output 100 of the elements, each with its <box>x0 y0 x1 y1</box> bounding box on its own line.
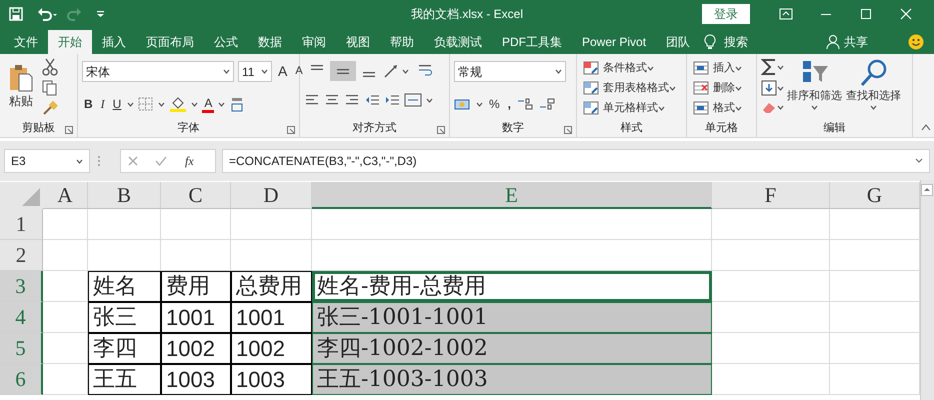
column-header[interactable]: F <box>712 182 830 209</box>
lightbulb-icon[interactable] <box>704 34 716 50</box>
italic-button[interactable]: I <box>98 94 107 114</box>
caret-icon[interactable] <box>223 69 230 74</box>
person-icon[interactable] <box>826 34 840 50</box>
caret-icon[interactable] <box>402 68 409 74</box>
align-center-icon[interactable] <box>324 93 340 107</box>
increase-decimal-icon[interactable] <box>517 97 536 111</box>
caret-icon[interactable] <box>647 66 654 70</box>
caret-icon[interactable] <box>658 106 665 110</box>
caret-icon[interactable] <box>777 64 784 70</box>
share-button[interactable]: 共享 <box>844 33 868 51</box>
phonetic-icon[interactable] <box>229 96 246 112</box>
align-right-icon[interactable] <box>344 93 360 107</box>
format-painter-icon[interactable] <box>42 100 58 116</box>
row-header[interactable]: 4 <box>0 302 43 333</box>
row-header[interactable]: 3 <box>0 271 43 302</box>
autosum-icon[interactable] <box>761 58 777 76</box>
ribbon-tab[interactable]: 数据 <box>248 30 292 54</box>
expand-icon[interactable] <box>915 158 923 164</box>
ribbon-tab[interactable]: 团队 <box>656 30 700 54</box>
caret-icon[interactable] <box>127 102 134 106</box>
column-header[interactable]: D <box>231 182 312 209</box>
row-header[interactable]: 2 <box>0 240 43 271</box>
dialog-launcher-icon[interactable] <box>564 126 572 134</box>
caret-icon[interactable] <box>870 104 877 110</box>
grow-font-button[interactable]: A <box>276 62 290 82</box>
currency-icon[interactable] <box>454 97 472 111</box>
ribbon-tab[interactable]: 插入 <box>92 30 136 54</box>
font-name-dropdown[interactable]: 宋体 <box>82 61 234 82</box>
search-label[interactable]: 搜索 <box>724 33 748 51</box>
name-box[interactable]: E3 <box>4 149 90 173</box>
caret-icon[interactable] <box>476 102 483 106</box>
ribbon-tab[interactable]: 帮助 <box>380 30 424 54</box>
comma-button[interactable]: , <box>506 94 514 114</box>
fill-color-icon[interactable] <box>169 95 188 113</box>
row-header[interactable]: 6 <box>0 364 43 395</box>
column-header[interactable]: A <box>43 182 88 209</box>
decrease-indent-icon[interactable] <box>364 93 380 107</box>
ribbon-tab[interactable]: 公式 <box>204 30 248 54</box>
bold-button[interactable]: B <box>82 94 95 114</box>
percent-button[interactable]: % <box>487 94 502 114</box>
ribbon-tab[interactable]: 视图 <box>336 30 380 54</box>
font-size-dropdown[interactable]: 11 <box>238 61 272 82</box>
caret-icon[interactable] <box>735 106 742 110</box>
caret-icon[interactable] <box>811 104 818 110</box>
column-header[interactable]: E <box>312 182 712 209</box>
caret-icon[interactable] <box>777 86 784 90</box>
formula-field[interactable]: =CONCATENATE(B3,"-",C3,"-",D3) <box>222 149 930 173</box>
editing-button[interactable]: 排序和筛选 <box>786 58 843 118</box>
align-left-icon[interactable] <box>304 93 320 107</box>
caret-icon[interactable] <box>76 158 83 164</box>
increase-indent-icon[interactable] <box>384 93 400 107</box>
caret-icon[interactable] <box>191 102 198 106</box>
ribbon-tab[interactable]: PDF工具集 <box>492 30 572 54</box>
ribbon-tab[interactable]: 文件 <box>4 30 48 54</box>
dialog-launcher-icon[interactable] <box>437 126 445 134</box>
row-header[interactable]: 1 <box>0 209 43 240</box>
ribbon-display-icon[interactable] <box>779 8 793 20</box>
caret-icon[interactable] <box>158 102 166 106</box>
caret-icon[interactable] <box>555 69 562 74</box>
login-button[interactable]: 登录 <box>702 4 750 24</box>
align-button[interactable] <box>330 61 356 81</box>
insert-function-button[interactable]: fx <box>183 150 196 172</box>
caret-icon[interactable] <box>735 66 742 70</box>
save-icon[interactable] <box>8 6 24 22</box>
paste-button[interactable]: 粘贴 <box>4 58 38 116</box>
column-header[interactable]: G <box>830 182 920 209</box>
styles-menu-button[interactable]: 套用表格格式 <box>581 78 678 98</box>
column-header[interactable]: C <box>161 182 231 209</box>
cells-menu-button[interactable]: 插入 <box>691 58 744 78</box>
shrink-font-button[interactable]: A <box>293 62 305 82</box>
caret-icon[interactable] <box>218 102 226 106</box>
dialog-launcher-icon[interactable] <box>65 126 73 134</box>
caret-icon[interactable] <box>777 104 784 110</box>
row-header[interactable]: 5 <box>0 333 43 364</box>
merge-center-icon[interactable] <box>404 93 422 107</box>
number-format-dropdown[interactable]: 常规 <box>454 61 566 82</box>
cells-menu-button[interactable]: 格式 <box>691 98 744 118</box>
undo-icon[interactable] <box>36 6 58 22</box>
font-color-button[interactable]: A <box>202 95 214 113</box>
maximize-icon[interactable] <box>860 8 872 20</box>
caret-icon[interactable] <box>426 98 433 102</box>
dialog-launcher-icon[interactable] <box>287 126 295 134</box>
editing-button[interactable]: 查找和选择 <box>845 58 902 118</box>
decrease-decimal-icon[interactable] <box>539 97 558 111</box>
vertical-scrollbar[interactable] <box>920 180 934 400</box>
styles-menu-button[interactable]: 单元格样式 <box>581 98 678 118</box>
ribbon-tab[interactable]: 开始 <box>48 30 92 54</box>
column-header[interactable]: B <box>88 182 161 209</box>
ribbon-tab[interactable]: 负载测试 <box>424 30 492 54</box>
underline-button[interactable]: U <box>110 94 124 114</box>
caret-icon[interactable] <box>669 86 676 90</box>
close-icon[interactable] <box>900 8 912 20</box>
scroll-up-icon[interactable] <box>921 184 933 196</box>
caret-icon[interactable] <box>261 69 268 74</box>
collapse-ribbon-icon[interactable] <box>921 123 931 131</box>
ribbon-tab[interactable]: Power Pivot <box>572 30 656 54</box>
ribbon-tab[interactable]: 页面布局 <box>136 30 204 54</box>
scissors-icon[interactable] <box>42 58 58 76</box>
